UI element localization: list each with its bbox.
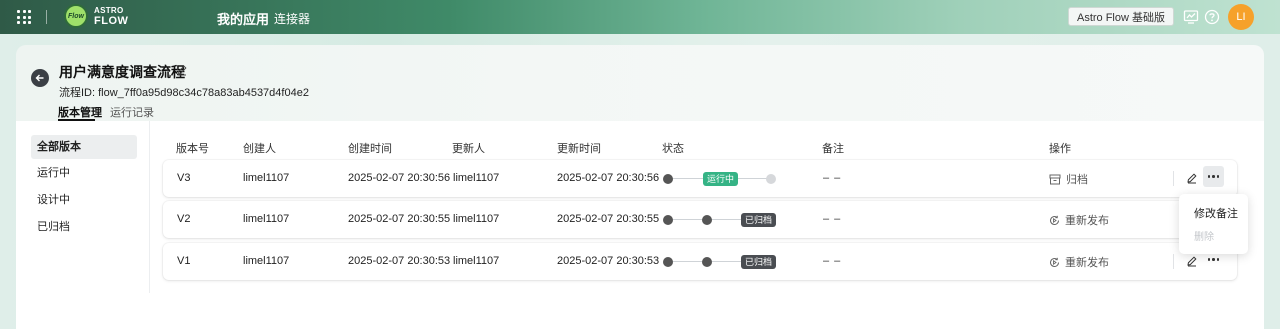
cell-created: 2025-02-07 20:30:55	[348, 213, 451, 225]
menu-item-edit-note[interactable]: 修改备注	[1194, 205, 1238, 221]
action-divider	[1173, 254, 1174, 269]
republish-button[interactable]: 重新发布	[1049, 212, 1109, 228]
cell-created: 2025-02-07 20:30:53	[348, 255, 451, 267]
cell-created: 2025-02-07 20:30:56	[348, 172, 451, 184]
status-dot	[663, 174, 673, 184]
status-track: 已归档	[663, 213, 843, 227]
logo-badge-text: Flow	[68, 12, 84, 20]
column-header-note: 备注	[822, 143, 844, 155]
cell-creator: limel1107	[243, 255, 290, 267]
help-icon[interactable]	[1204, 9, 1220, 25]
sidebar-item-running[interactable]: 运行中	[31, 161, 137, 185]
avatar[interactable]: LI	[1228, 4, 1254, 30]
table-row[interactable]: V1 limel1107 2025-02-07 20:30:53 limel11…	[163, 243, 1237, 280]
monitor-chart-icon[interactable]	[1183, 9, 1199, 25]
republish-label: 重新发布	[1065, 257, 1109, 269]
status-dot	[702, 215, 712, 225]
back-button[interactable]	[31, 69, 49, 87]
logo-line-2: FLOW	[94, 15, 129, 27]
menu-item-delete[interactable]: 删除	[1194, 228, 1214, 243]
cell-updated: 2025-02-07 20:30:56	[557, 172, 660, 184]
republish-icon	[1050, 215, 1060, 225]
republish-icon	[1050, 257, 1060, 267]
cell-note: – –	[823, 255, 842, 267]
arrow-left-icon	[35, 74, 44, 82]
page-header: 用户满意度调查流程 流程ID: flow_7ff0a95d98c34c78a83…	[16, 45, 1264, 125]
cell-updater: limel1107	[453, 213, 500, 225]
edit-title-icon[interactable]	[176, 64, 188, 79]
republish-label: 重新发布	[1065, 215, 1109, 227]
cell-creator: limel1107	[243, 213, 290, 225]
top-bar: Flow ASTRO FLOW 我的应用 连接器 Astro Flow 基础版 …	[0, 0, 1280, 34]
page-title: 用户满意度调查流程	[59, 64, 185, 80]
cell-updated: 2025-02-07 20:30:53	[557, 255, 660, 267]
logo[interactable]: Flow	[64, 4, 88, 28]
nav-my-apps[interactable]: 我的应用	[217, 9, 269, 28]
column-header-updater: 更新人	[452, 143, 485, 155]
status-badge: 已归档	[741, 213, 777, 227]
more-actions-menu: 修改备注 删除	[1179, 194, 1248, 254]
status-badge: 已归档	[741, 255, 777, 269]
column-header-status: 状态	[662, 143, 684, 155]
cell-version: V3	[177, 172, 191, 184]
sidebar-item-archived[interactable]: 已归档	[31, 215, 137, 239]
sidebar-item-designing[interactable]: 设计中	[31, 188, 137, 212]
cell-updater: limel1107	[453, 172, 500, 184]
nav-connectors[interactable]: 连接器	[274, 10, 310, 27]
edit-note-icon[interactable]	[1186, 255, 1198, 270]
sidebar-item-all[interactable]: 全部版本	[31, 135, 137, 159]
content-area: 全部版本 运行中 设计中 已归档 版本号 创建人 创建时间 更新人 更新时间 状…	[16, 121, 1264, 329]
version-filter-sidebar: 全部版本 运行中 设计中 已归档	[16, 121, 150, 293]
status-dot	[663, 215, 673, 225]
tab-version-management[interactable]: 版本管理	[58, 104, 102, 120]
status-badge: 运行中	[703, 172, 739, 186]
archive-icon	[1049, 174, 1061, 184]
flow-id: 流程ID: flow_7ff0a95d98c34c78a83ab4537d4f0…	[59, 87, 309, 99]
cell-creator: limel1107	[243, 172, 290, 184]
app-grid-icon[interactable]	[17, 10, 31, 24]
more-actions-button[interactable]	[1203, 166, 1224, 187]
cell-version: V2	[177, 213, 191, 225]
column-header-version: 版本号	[176, 143, 209, 155]
column-header-actions: 操作	[1049, 143, 1071, 155]
archive-button[interactable]: 归档	[1049, 171, 1088, 187]
status-track: 已归档	[663, 255, 843, 269]
tab-run-records[interactable]: 运行记录	[110, 104, 154, 120]
action-divider	[1173, 171, 1174, 186]
edit-note-icon[interactable]	[1186, 172, 1198, 187]
republish-button[interactable]: 重新发布	[1049, 254, 1109, 270]
cell-note: – –	[823, 172, 842, 184]
column-header-creator: 创建人	[243, 143, 276, 155]
cell-updated: 2025-02-07 20:30:55	[557, 213, 660, 225]
status-track: 运行中	[663, 172, 843, 186]
topbar-divider	[46, 10, 47, 24]
column-header-created: 创建时间	[348, 143, 392, 155]
table-row[interactable]: V3 limel1107 2025-02-07 20:30:56 limel11…	[163, 160, 1237, 197]
plan-button[interactable]: Astro Flow 基础版	[1068, 7, 1174, 26]
status-dot	[702, 257, 712, 267]
logo-text: ASTRO FLOW	[94, 5, 128, 27]
column-header-updated: 更新时间	[557, 143, 601, 155]
cell-updater: limel1107	[453, 255, 500, 267]
status-dot	[663, 257, 673, 267]
archive-label: 归档	[1066, 174, 1088, 186]
status-dot	[766, 174, 776, 184]
cell-note: – –	[823, 213, 842, 225]
cell-version: V1	[177, 255, 191, 267]
table-row[interactable]: V2 limel1107 2025-02-07 20:30:55 limel11…	[163, 201, 1237, 238]
